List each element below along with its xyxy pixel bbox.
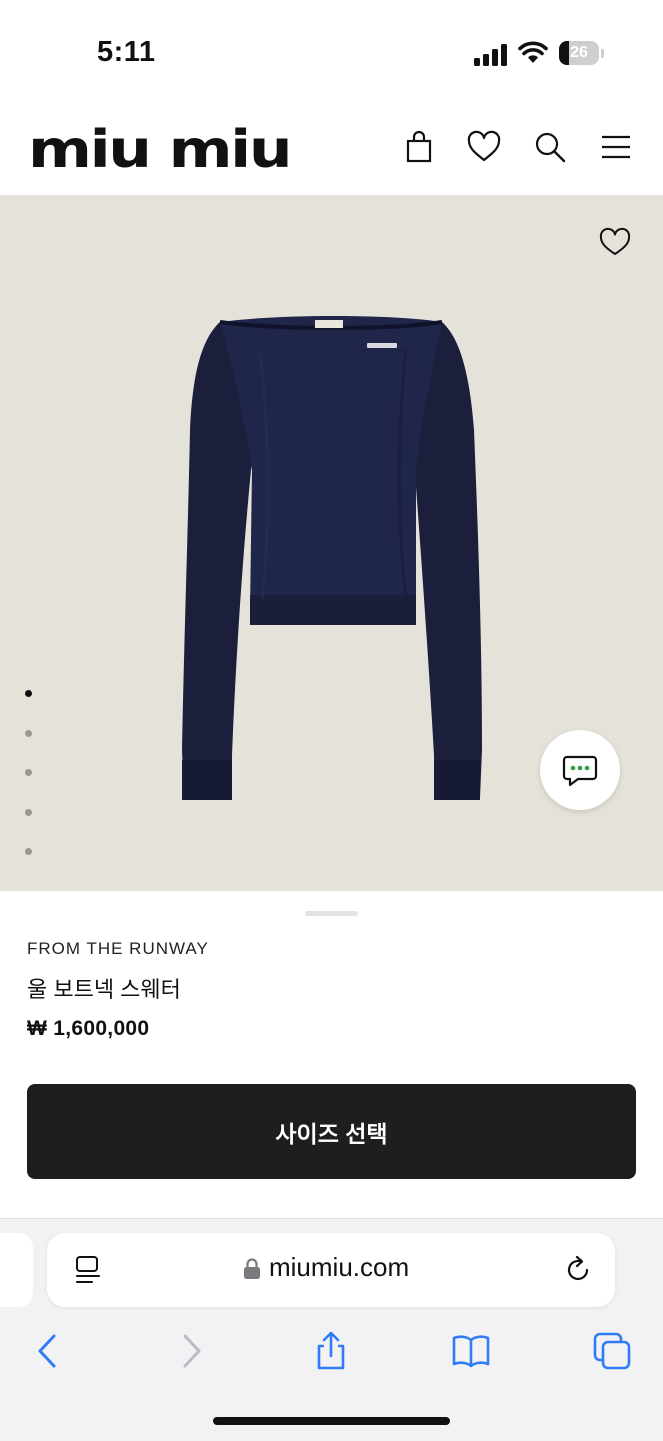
address-bar[interactable]: miumiu.com [47,1233,615,1307]
gallery-dot[interactable] [25,690,32,697]
battery-icon: 26 [559,41,605,67]
site-header: miu miu [0,100,663,194]
product-name: 울 보트넥 스웨터 [27,977,181,1002]
sweater-image [182,316,482,800]
gallery-dot[interactable] [25,730,32,737]
reader-view-icon[interactable] [74,1255,102,1285]
back-icon[interactable] [28,1331,68,1371]
home-indicator[interactable] [213,1417,450,1425]
lock-icon [244,1258,260,1279]
chat-button[interactable] [540,730,620,810]
sheet-handle[interactable] [305,911,358,916]
heart-icon[interactable] [467,130,501,164]
status-bar: 5:11 26 [0,0,663,100]
wishlist-heart-icon[interactable] [598,227,632,257]
forward-icon[interactable] [171,1331,211,1371]
share-icon[interactable] [311,1331,351,1371]
select-size-label: 사이즈 선택 [275,1120,388,1147]
status-time: 5:11 [97,36,156,68]
search-icon[interactable] [533,130,567,164]
select-size-button[interactable]: 사이즈 선택 [27,1084,636,1179]
chat-bubble-icon [562,755,598,787]
cellular-signal-icon [474,44,507,66]
wifi-icon [518,41,548,63]
previous-tab-preview[interactable] [0,1233,33,1307]
gallery-dot[interactable] [25,848,32,855]
brand-logo[interactable]: miu miu [28,124,293,176]
reload-icon[interactable] [565,1255,593,1285]
gallery-dot[interactable] [25,769,32,776]
tabs-icon[interactable] [592,1331,632,1371]
gallery-dot[interactable] [25,809,32,816]
menu-icon[interactable] [599,130,633,164]
product-gallery[interactable] [0,195,663,891]
browser-chrome: miumiu.com [0,1218,663,1441]
shopping-bag-icon[interactable] [402,130,436,164]
product-price: ₩ 1,600,000 [27,1017,150,1040]
bookmarks-icon[interactable] [451,1331,491,1371]
url-text[interactable]: miumiu.com [269,1252,409,1283]
product-eyebrow: FROM THE RUNWAY [27,939,209,958]
battery-level: 26 [570,44,588,61]
